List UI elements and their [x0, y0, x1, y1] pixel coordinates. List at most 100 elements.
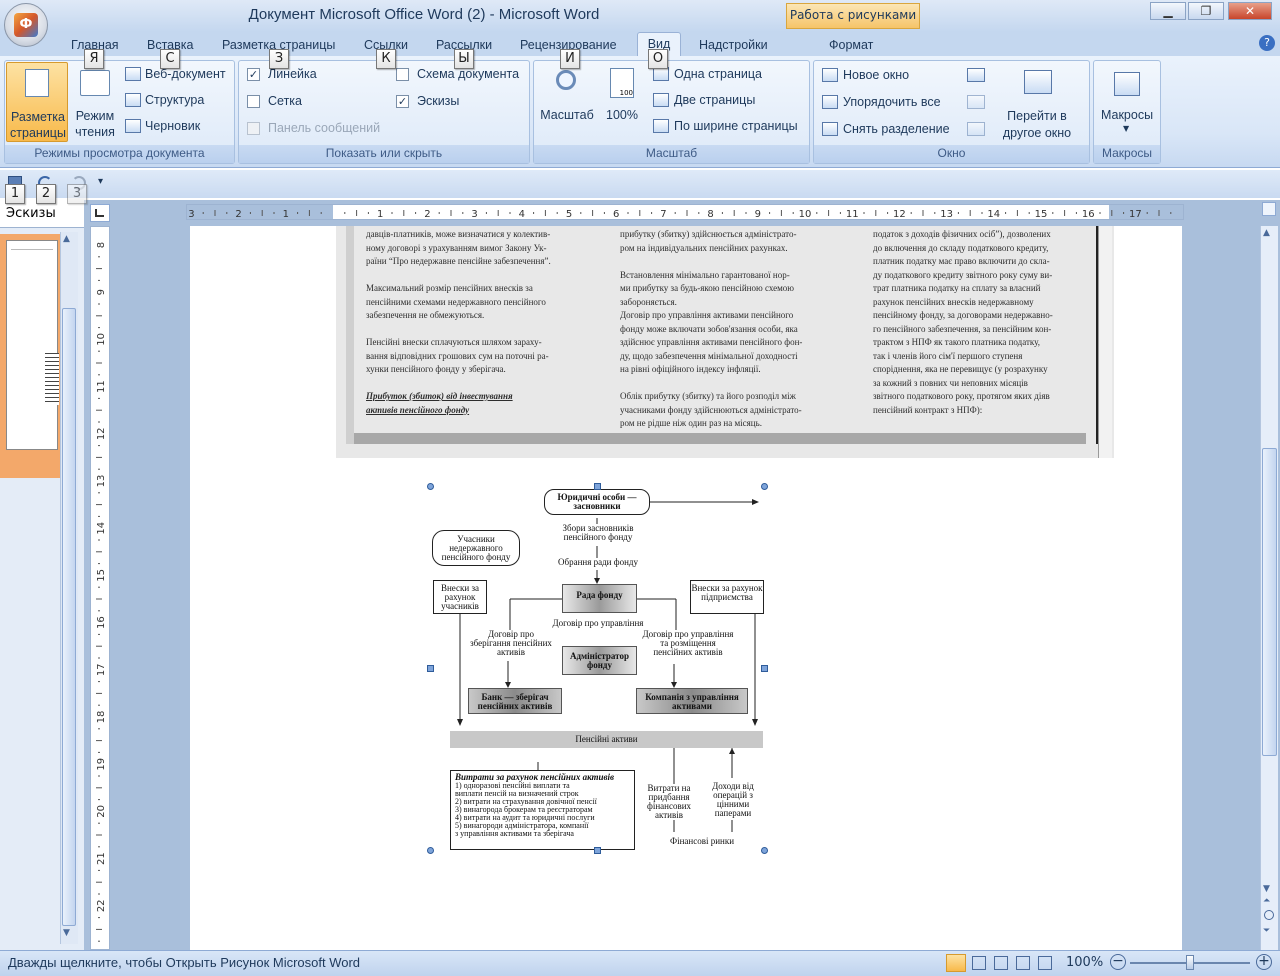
ruler-number: 16 [96, 616, 107, 629]
tab-addins[interactable]: Надстройки [699, 36, 768, 56]
thumbnails-checkbox[interactable]: ✓ [396, 95, 409, 108]
page-thumbnail[interactable] [6, 240, 59, 450]
scroll-down-icon[interactable]: ▼ [63, 928, 70, 938]
scroll-thumb[interactable] [1262, 448, 1277, 756]
vertical-ruler[interactable]: 8 9 10 11 12 13 14 15 16 17 18 19 20 21 22 [90, 226, 110, 950]
horizontal-ruler[interactable]: 3 2 1 1 2 3 4 5 6 7 8 9 10 11 12 13 14 15 16 17 [186, 204, 1184, 220]
print-layout-view-icon[interactable] [946, 954, 966, 972]
message-bar-label: Панель сообщений [268, 121, 381, 135]
macros-icon [1114, 72, 1140, 96]
grid-label: Сетка [268, 94, 302, 108]
document-map-checkbox[interactable] [396, 68, 409, 81]
scroll-thumb[interactable] [62, 308, 76, 926]
draft-button[interactable]: Черновик [145, 119, 200, 133]
restore-button[interactable]: ❐ [1188, 2, 1224, 20]
minimize-button[interactable]: ▁ [1150, 2, 1186, 20]
two-pages-icon [653, 93, 669, 107]
scroll-up-icon[interactable]: ▲ [1263, 228, 1270, 238]
thumbnail-scrollbar[interactable]: ▲ ▼ [60, 232, 78, 944]
resize-handle-s[interactable] [594, 847, 601, 854]
outline-view-icon[interactable] [1016, 956, 1030, 970]
ruler-number: 3 [188, 209, 194, 220]
close-button[interactable]: ✕ [1228, 2, 1272, 20]
text-line [620, 255, 823, 269]
zoom-out-icon[interactable]: − [1110, 954, 1126, 970]
ruler-number: 14 [96, 522, 107, 535]
text-line: пенсійними схемами недержавного пенсійно… [366, 296, 546, 307]
zoom-in-icon[interactable]: + [1256, 954, 1272, 970]
resize-handle-sw[interactable] [427, 847, 434, 854]
office-button[interactable]: Ф [4, 3, 48, 47]
group-label: Показать или скрыть [239, 145, 529, 163]
resize-handle-se[interactable] [761, 847, 768, 854]
outline-button[interactable]: Структура [145, 93, 204, 107]
status-text: Дважды щелкните, чтобы Открыть Рисунок M… [8, 955, 361, 970]
flow-diagram-picture[interactable]: Юридичні особи — засновники Збори заснов… [430, 486, 766, 852]
two-pages-button[interactable]: Две страницы [674, 93, 755, 107]
keytip-review: И [560, 49, 580, 69]
previous-page-icon[interactable]: ⏶ [1263, 896, 1270, 906]
next-page-icon[interactable]: ⏷ [1263, 926, 1270, 936]
arrange-all-button[interactable]: Упорядочить все [843, 95, 941, 109]
draft-view-icon[interactable] [1038, 956, 1052, 970]
scroll-up-icon[interactable]: ▲ [63, 234, 70, 244]
text-line [620, 377, 823, 391]
ruler-number: 21 [96, 852, 107, 865]
new-window-icon [822, 68, 838, 82]
print-layout-button[interactable]: Разметка страницы [6, 62, 68, 142]
text-line: ному договорі з урахуванням вимог Закону… [366, 242, 547, 253]
resize-handle-nw[interactable] [427, 483, 434, 490]
select-browse-object-icon[interactable] [1264, 910, 1274, 920]
custody-contract-text: Договір про зберігання пенсійних активів [468, 630, 554, 660]
ruler-number: 20 [96, 805, 107, 818]
reading-view-icon[interactable] [972, 956, 986, 970]
sync-scroll-icon [967, 95, 985, 109]
resize-handle-w[interactable] [427, 665, 434, 672]
macros-button[interactable]: Макросы ▼ [1096, 62, 1158, 142]
zoom-slider-thumb[interactable] [1186, 955, 1194, 970]
close-icon: ✕ [1244, 4, 1256, 18]
view-side-by-side-icon[interactable] [967, 68, 985, 82]
vertical-scrollbar[interactable]: ▲ ▼ ⏶ ⏷ [1260, 226, 1278, 950]
switch-window-button[interactable]: Перейти в другое окно [996, 62, 1078, 142]
text-line: давців-платників, може визначатися у кол… [366, 229, 551, 239]
web-layout-button[interactable]: Веб-документ [145, 67, 226, 81]
resize-handle-n[interactable] [594, 483, 601, 490]
page-width-button[interactable]: По ширине страницы [674, 119, 798, 133]
text-line: пенсійний контракт з НПФ): [873, 404, 983, 415]
zoom-100-label: 100% [606, 108, 638, 122]
income-text: Доходи від операцій з цінними паперами [702, 782, 764, 818]
switch-windows-icon [1024, 70, 1052, 94]
arrange-all-icon [822, 95, 838, 109]
minimize-icon: ▁ [1163, 4, 1173, 18]
ruler-number: 12 [893, 209, 906, 220]
resize-handle-ne[interactable] [761, 483, 768, 490]
view-ruler-icon[interactable] [1262, 202, 1276, 216]
help-icon[interactable]: ? [1259, 35, 1275, 51]
text-line: звітного податкового року, протягом яких… [873, 391, 1050, 401]
ruler-number: 14 [987, 209, 1000, 220]
web-view-icon[interactable] [994, 956, 1008, 970]
zoom-100-button[interactable]: 100 100% [602, 62, 642, 142]
outline-icon [125, 93, 141, 107]
ruler-checkbox[interactable]: ✓ [247, 68, 260, 81]
am-contract-text: Договір про управління та розміщення пен… [642, 630, 734, 664]
ruler-number: 1 [377, 209, 383, 220]
zoom-level[interactable]: 100% [1066, 955, 1103, 970]
ruler-number: 17 [96, 663, 107, 676]
resize-handle-e[interactable] [761, 665, 768, 672]
scroll-down-icon[interactable]: ▼ [1263, 884, 1270, 894]
new-window-button[interactable]: Новое окно [843, 68, 909, 82]
message-bar-checkbox [247, 122, 260, 135]
tab-selector[interactable] [90, 204, 110, 222]
one-page-button[interactable]: Одна страница [674, 67, 762, 81]
qat-customize-icon[interactable]: ▾ [98, 176, 103, 187]
scanned-text-image[interactable]: давців-платників, може визначатися у кол… [336, 226, 1114, 458]
text-line: Договір про управління активами пенсійно… [620, 310, 794, 320]
grid-checkbox[interactable] [247, 95, 260, 108]
remove-split-button[interactable]: Снять разделение [843, 122, 950, 136]
purchase-text: Витрати на придбання фінансових активів [642, 784, 696, 820]
zoom-button[interactable]: Масштаб [536, 62, 598, 142]
tab-format[interactable]: Формат [829, 36, 873, 56]
reading-mode-button[interactable]: Режим чтения [72, 62, 118, 142]
